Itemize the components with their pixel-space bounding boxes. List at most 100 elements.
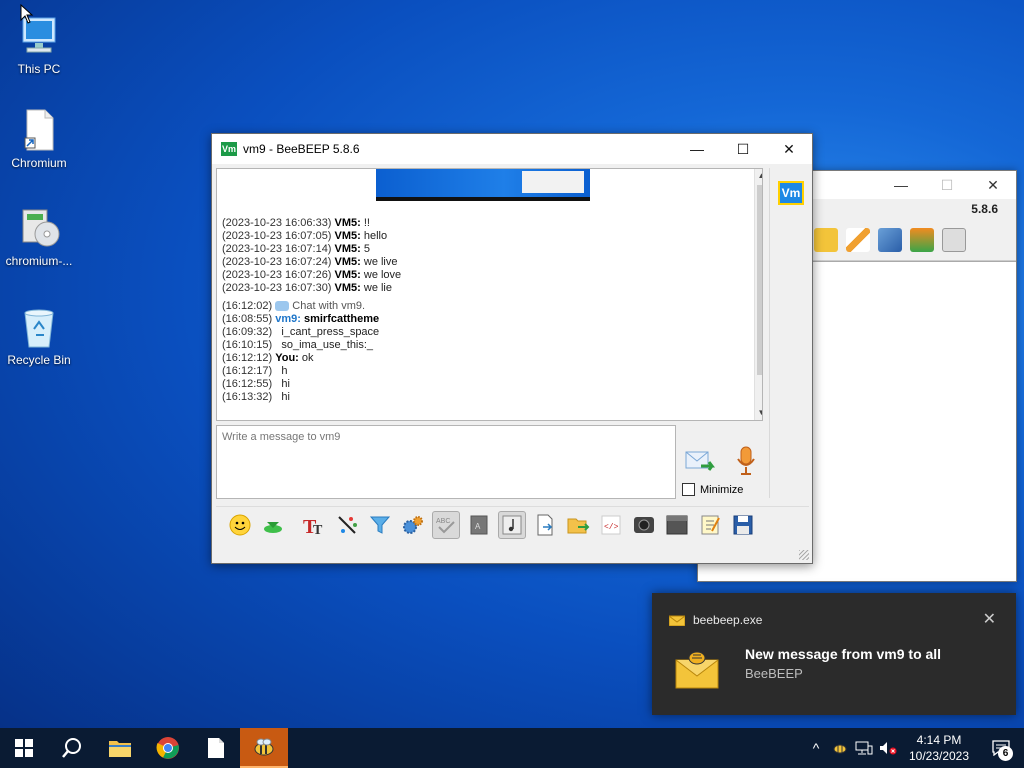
scroll-down-arrow-icon[interactable]: ▼: [755, 406, 762, 420]
svg-text:</>: </>: [604, 523, 619, 532]
notification-toast[interactable]: beebeep.exe ✕ New message from vm9 to al…: [652, 593, 1016, 715]
desktop-icon-label: chromium-...: [5, 254, 73, 268]
checkbox-box[interactable]: [682, 483, 695, 496]
version-text: 5.8.6: [971, 202, 998, 216]
dictionary-icon[interactable]: A: [465, 511, 493, 539]
pencil-icon[interactable]: [846, 227, 870, 252]
save-file-icon[interactable]: [531, 511, 559, 539]
document-button[interactable]: [192, 728, 240, 768]
app-icon: Vm: [221, 142, 237, 156]
file-shortcut-icon: [17, 108, 61, 152]
notification-close-button[interactable]: ✕: [983, 609, 996, 629]
start-button[interactable]: [0, 728, 48, 768]
emoticon-icon[interactable]: [226, 511, 254, 539]
beebeep-taskbar-button[interactable]: [240, 728, 288, 768]
chat-history[interactable]: (2023-10-23 16:06:33) VM5: !! (2023-10-2…: [216, 168, 763, 421]
user-avatar[interactable]: Vm: [778, 181, 804, 205]
chat-message: (16:10:15) so_ima_use_this:_: [222, 339, 374, 351]
font-icon[interactable]: TT: [300, 511, 328, 539]
network-icon[interactable]: [852, 728, 876, 768]
spellcheck-icon[interactable]: ABC: [432, 510, 460, 539]
code-icon[interactable]: </>: [597, 511, 625, 539]
desktop-icon-recycle-bin[interactable]: Recycle Bin: [1, 305, 77, 367]
recycle-bin-icon: [17, 305, 61, 349]
resize-grip[interactable]: [799, 550, 809, 560]
folder-icon: [109, 741, 131, 757]
download-icon[interactable]: [259, 511, 287, 539]
minimize-label: Minimize: [700, 483, 744, 496]
chat-message: (16:12:17) h: [222, 365, 288, 377]
envelope-icon[interactable]: [814, 227, 838, 252]
color-wand-icon[interactable]: [333, 511, 361, 539]
action-center-button[interactable]: 6: [978, 728, 1024, 768]
settings-gears-icon[interactable]: [399, 511, 427, 539]
chrome-button[interactable]: [144, 728, 192, 768]
chat-message: (16:12:12) You: ok: [222, 352, 314, 364]
system-tray: ^ 4:14 PM 10/23/2023 6: [804, 728, 1024, 768]
chat-system-message: (16:12:02) Chat with vm9.: [222, 300, 366, 312]
desktop-icon-label: Chromium: [11, 156, 67, 170]
minimize-checkbox[interactable]: Minimize: [682, 483, 743, 496]
document-icon: [208, 738, 224, 758]
show-hidden-icons-button[interactable]: ^: [804, 740, 828, 756]
scroll-thumb[interactable]: [757, 185, 762, 375]
beebeep-tray-icon[interactable]: [828, 728, 852, 768]
minimize-button[interactable]: —: [674, 134, 720, 164]
tools-icon[interactable]: [878, 227, 902, 252]
update-icon[interactable]: [910, 227, 934, 252]
bee-icon: [254, 738, 274, 756]
chat-message: (2023-10-23 16:07:14) VM5: 5: [222, 243, 370, 255]
notification-count-badge: 6: [998, 746, 1013, 761]
clock-date: 10/23/2023: [908, 749, 970, 763]
trash-icon[interactable]: [942, 227, 966, 252]
chat-message: (2023-10-23 16:07:24) VM5: we live: [222, 256, 398, 268]
desktop-icon-label: Recycle Bin: [7, 353, 71, 367]
chat-message: (16:08:55) vm9: smirfcattheme: [222, 313, 380, 325]
window-title: vm9 - BeeBEEP 5.8.6: [243, 142, 360, 156]
desktop-icon-label: This PC: [17, 62, 61, 76]
chat-message: (16:12:55) hi: [222, 378, 290, 390]
maximize-button[interactable]: ☐: [720, 134, 766, 164]
clock-time: 4:14 PM: [916, 733, 962, 747]
chat-bubble-icon: [275, 301, 290, 312]
installer-icon: [17, 206, 61, 250]
search-button[interactable]: [48, 728, 96, 768]
save-chat-icon[interactable]: [729, 511, 757, 539]
chat-messages: (2023-10-23 16:06:33) VM5: !! (2023-10-2…: [222, 217, 401, 404]
camera-icon[interactable]: [630, 511, 658, 539]
minimize-button[interactable]: —: [878, 177, 924, 193]
chat-message: (16:09:32) i_cant_press_space: [222, 326, 380, 338]
user-panel: [769, 168, 810, 498]
notification-subtitle: BeeBEEP: [745, 666, 803, 681]
chat-scrollbar[interactable]: ▲ ▼: [754, 169, 762, 420]
desktop-icon-chromium[interactable]: Chromium: [1, 108, 77, 170]
notepad-icon[interactable]: [696, 511, 724, 539]
chrome-icon: [156, 737, 179, 759]
notification-app-name: beebeep.exe: [693, 613, 763, 627]
music-note-icon[interactable]: [498, 510, 526, 539]
desktop-icon-this-pc[interactable]: This PC: [1, 14, 77, 76]
close-button[interactable]: ✕: [970, 177, 1016, 194]
file-explorer-button[interactable]: [96, 728, 144, 768]
message-input[interactable]: Write a message to vm9: [216, 425, 676, 499]
chat-message: (2023-10-23 16:07:26) VM5: we love: [222, 269, 402, 281]
clock[interactable]: 4:14 PM 10/23/2023: [900, 732, 978, 764]
chat-window: Vm vm9 - BeeBEEP 5.8.6 — ☐ ✕ (2023-10-23…: [211, 133, 813, 564]
desktop-icon-chromium-installer[interactable]: chromium-...: [1, 206, 77, 268]
chat-window-titlebar[interactable]: Vm vm9 - BeeBEEP 5.8.6 — ☐ ✕: [212, 134, 812, 164]
filter-icon[interactable]: [366, 511, 394, 539]
microphone-icon[interactable]: [735, 446, 757, 476]
chat-message: (2023-10-23 16:06:33) VM5: !!: [222, 217, 370, 229]
screenshot-icon[interactable]: [663, 511, 691, 539]
maximize-button[interactable]: ☐: [924, 177, 970, 194]
send-message-icon[interactable]: [685, 449, 717, 475]
chat-message: (2023-10-23 16:07:30) VM5: we lie: [222, 282, 392, 294]
search-icon: [62, 738, 81, 758]
svg-text:T: T: [313, 523, 323, 537]
volume-muted-icon[interactable]: [876, 728, 900, 768]
close-button[interactable]: ✕: [766, 134, 812, 164]
send-file-icon[interactable]: [564, 511, 592, 539]
scroll-up-arrow-icon[interactable]: ▲: [755, 169, 762, 183]
screenshot-image[interactable]: [376, 169, 590, 201]
svg-text:A: A: [475, 522, 481, 531]
